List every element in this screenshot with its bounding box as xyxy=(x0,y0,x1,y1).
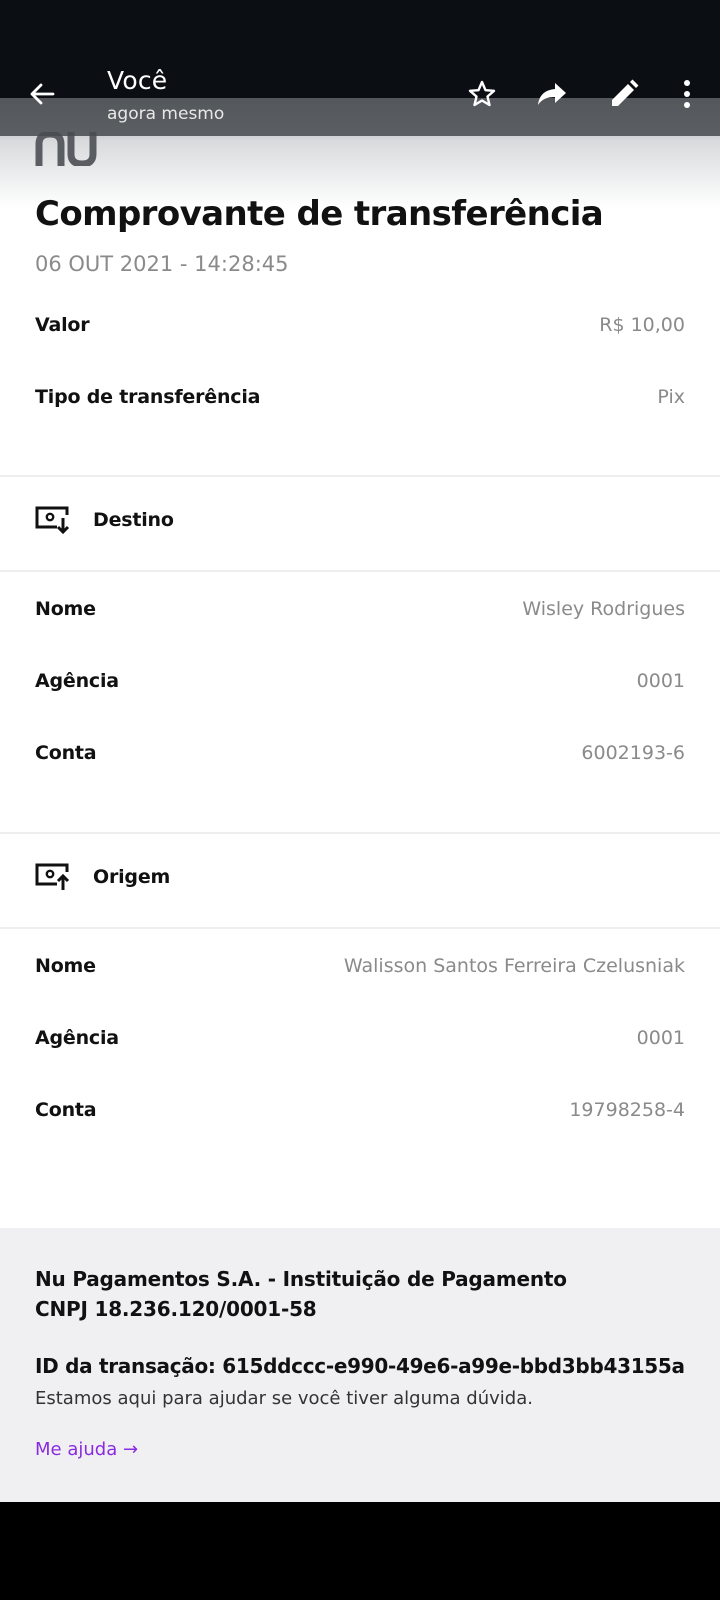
destination-name-label: Nome xyxy=(35,598,96,620)
origin-name-row: Nome Walisson Santos Ferreira Czelusniak xyxy=(35,950,685,982)
share-forward-icon xyxy=(538,83,566,105)
nubank-logo xyxy=(35,132,97,166)
divider xyxy=(0,570,720,572)
transfer-type-value: Pix xyxy=(657,386,685,408)
transfer-type-label: Tipo de transferência xyxy=(35,386,261,408)
origin-heading: Origem xyxy=(93,866,171,888)
origin-account-row: Conta 19798258-4 xyxy=(35,1094,685,1126)
transaction-id: ID da transação: 615ddccc-e990-49e6-a99e… xyxy=(35,1354,685,1378)
company-info: Nu Pagamentos S.A. - Instituição de Paga… xyxy=(35,1264,567,1324)
edit-button[interactable] xyxy=(604,74,644,114)
destination-agency-label: Agência xyxy=(35,670,119,692)
more-options-button[interactable] xyxy=(667,74,707,114)
divider xyxy=(0,475,720,477)
navigation-bar-area xyxy=(0,1502,720,1600)
app-bar: Você agora mesmo xyxy=(0,0,720,136)
screen: Comprovante de transferência 06 OUT 2021… xyxy=(0,0,720,1600)
origin-agency-value: 0001 xyxy=(636,1027,685,1049)
receipt-date: 06 OUT 2021 - 14:28:45 xyxy=(35,252,289,276)
sent-time: agora mesmo xyxy=(107,104,225,124)
destination-account-value: 6002193-6 xyxy=(581,742,685,764)
more-vertical-icon xyxy=(684,80,690,108)
origin-section-header: Origem xyxy=(35,857,170,897)
sender-title: Você xyxy=(107,66,168,95)
destination-section-header: Destino xyxy=(35,500,174,540)
forward-button[interactable] xyxy=(532,74,572,114)
value-row: Valor R$ 10,00 xyxy=(35,309,685,341)
company-name: Nu Pagamentos S.A. - Instituição de Paga… xyxy=(35,1267,567,1291)
star-outline-icon xyxy=(468,80,496,107)
star-button[interactable] xyxy=(462,74,502,114)
destination-account-label: Conta xyxy=(35,742,97,764)
divider xyxy=(0,927,720,929)
divider xyxy=(0,832,720,834)
destination-agency-row: Agência 0001 xyxy=(35,665,685,697)
company-cnpj: CNPJ 18.236.120/0001-58 xyxy=(35,1297,317,1321)
origin-agency-label: Agência xyxy=(35,1027,119,1049)
help-link[interactable]: Me ajuda → xyxy=(35,1439,138,1460)
origin-name-value: Walisson Santos Ferreira Czelusniak xyxy=(343,955,685,977)
destination-name-row: Nome Wisley Rodrigues xyxy=(35,593,685,625)
receipt-footer: Nu Pagamentos S.A. - Instituição de Paga… xyxy=(0,1228,720,1502)
destination-heading: Destino xyxy=(93,509,174,531)
origin-account-label: Conta xyxy=(35,1099,97,1121)
origin-account-value: 19798258-4 xyxy=(569,1099,685,1121)
value-label: Valor xyxy=(35,314,90,336)
destination-account-row: Conta 6002193-6 xyxy=(35,737,685,769)
destination-name-value: Wisley Rodrigues xyxy=(522,598,685,620)
origin-name-label: Nome xyxy=(35,955,96,977)
help-text: Estamos aqui para ajudar se você tiver a… xyxy=(35,1388,533,1409)
receipt-document: Comprovante de transferência 06 OUT 2021… xyxy=(0,98,720,1502)
bank-receive-icon xyxy=(35,506,70,535)
origin-agency-row: Agência 0001 xyxy=(35,1022,685,1054)
destination-agency-value: 0001 xyxy=(636,670,685,692)
edit-pencil-icon xyxy=(612,79,639,106)
back-button[interactable] xyxy=(22,74,62,114)
back-arrow-icon xyxy=(30,83,55,105)
value-amount: R$ 10,00 xyxy=(599,314,685,336)
transfer-type-row: Tipo de transferência Pix xyxy=(35,381,685,413)
receipt-title: Comprovante de transferência xyxy=(35,194,604,234)
bank-send-icon xyxy=(35,863,70,890)
